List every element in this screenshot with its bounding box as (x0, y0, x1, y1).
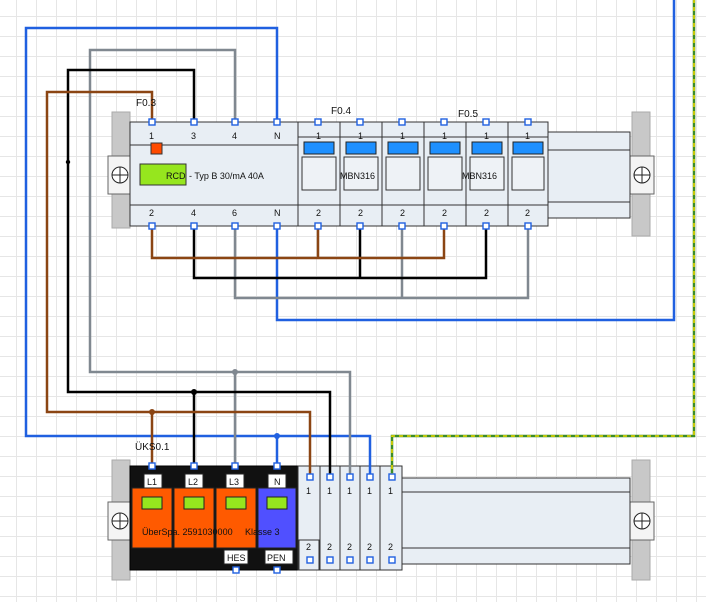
rail-screw-icon (111, 166, 129, 184)
mcb-term-top: 1 (484, 131, 489, 141)
tb-term-top: 1 (306, 486, 311, 496)
tb-term-bottom: 2 (327, 542, 332, 552)
spd-description: ÜberSpa. 2591030000 (142, 527, 233, 537)
rcd-description: - Typ B 30/mA 40A (189, 171, 264, 181)
mcb-model-b: MBN316 (462, 171, 497, 181)
tb-term-bottom: 2 (367, 542, 372, 552)
label-f04: F0.4 (331, 106, 351, 117)
mcb-row (297, 121, 549, 227)
terminal-block[interactable] (359, 465, 381, 571)
mcb-term-bottom: 2 (400, 208, 405, 218)
rcd-term-bottom-4: 4 (191, 208, 196, 218)
spd-indicator (141, 496, 163, 510)
spd-class: Klasse 3 (245, 527, 280, 537)
mcb-toggle[interactable] (471, 141, 503, 155)
wire-pe-stripe (391, 0, 695, 477)
terminal-block[interactable] (379, 465, 403, 571)
mcb-toggle[interactable] (429, 141, 461, 155)
wire-grey-out[interactable] (233, 226, 530, 300)
wire-pe[interactable] (390, 0, 696, 477)
spd-indicator (225, 496, 247, 510)
mcb-toggle[interactable] (387, 141, 419, 155)
terminal-block[interactable] (297, 465, 321, 571)
mcb-model-a: MBN316 (340, 171, 375, 181)
wires (24, 0, 696, 477)
spd-term-l3: L3 (229, 477, 239, 487)
tb-term-top: 1 (388, 486, 393, 496)
mcb-term-bottom: 2 (484, 208, 489, 218)
mcb-toggle[interactable] (345, 141, 377, 155)
wire-brown-out[interactable] (150, 226, 446, 260)
rail-screw-icon (633, 166, 651, 184)
tb-term-top: 1 (367, 486, 372, 496)
rcd-term-top-4: 4 (232, 131, 237, 141)
mcb-term-top: 1 (316, 131, 321, 141)
wiring-diagram: F0.3 F0.4 F0.5 ÜKS0.1 1 3 4 N 2 4 6 N RC… (24, 0, 696, 581)
rail-screw-icon (633, 512, 651, 530)
spd-indicator (183, 496, 205, 510)
mcb-term-top: 1 (525, 131, 530, 141)
rcd-test-button[interactable] (150, 142, 163, 155)
spd-indicator (266, 496, 288, 510)
terminal-blocks (297, 465, 403, 571)
rcd-term-bottom-6: 6 (232, 208, 237, 218)
rcd-term-bottom-2: 2 (149, 208, 154, 218)
spd-term-l1: L1 (147, 477, 157, 487)
spd-term-n: N (274, 477, 281, 487)
terminal-block[interactable] (339, 465, 361, 571)
mcb-term-bottom: 2 (525, 208, 530, 218)
mcb-term-top: 1 (442, 131, 447, 141)
spd-term-l2: L2 (188, 477, 198, 487)
mcb-toggle[interactable] (512, 141, 544, 155)
mcb-term-bottom: 2 (442, 208, 447, 218)
mcb-term-top: 1 (400, 131, 405, 141)
rcd-term-top-n: N (274, 131, 281, 141)
label-uks: ÜKS0.1 (135, 441, 170, 453)
mcb-term-bottom: 2 (358, 208, 363, 218)
tb-term-bottom: 2 (306, 542, 311, 552)
tb-term-bottom: 2 (347, 542, 352, 552)
rcd-term-top-3: 3 (191, 131, 196, 141)
tb-term-top: 1 (347, 486, 352, 496)
rcd-term-top-1: 1 (149, 131, 154, 141)
terminal-block[interactable] (319, 465, 341, 571)
wire-black-out[interactable] (192, 226, 488, 280)
mcb-toggle[interactable] (303, 141, 335, 155)
tb-term-bottom: 2 (388, 542, 393, 552)
rail-screw-icon (111, 512, 129, 530)
label-f03: F0.3 (136, 98, 156, 109)
mcb-term-bottom: 2 (316, 208, 321, 218)
spd-term-hes: HES (227, 553, 246, 563)
tb-term-top: 1 (327, 486, 332, 496)
mcb-term-top: 1 (358, 131, 363, 141)
spd-term-pen: PEN (267, 553, 286, 563)
rcd-name: RCD (166, 171, 186, 181)
rcd-term-bottom-n: N (274, 208, 281, 218)
label-f05: F0.5 (458, 109, 478, 120)
